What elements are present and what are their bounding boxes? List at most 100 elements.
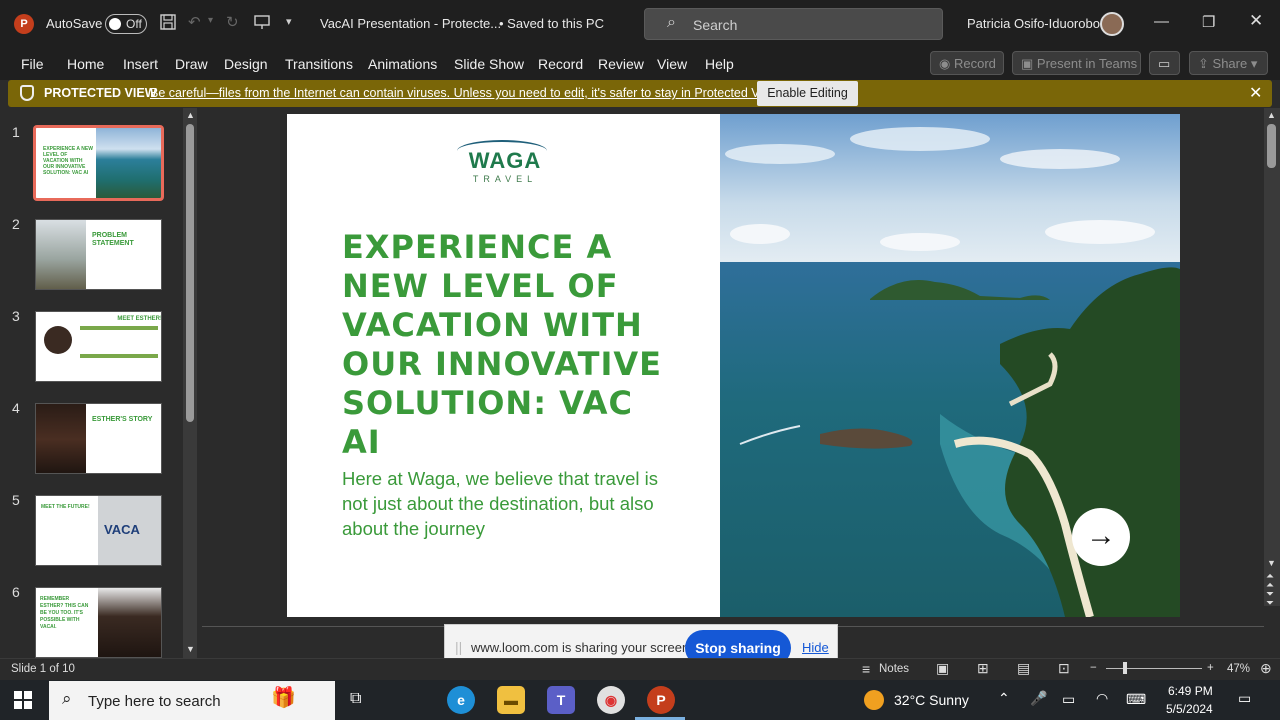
undo-icon[interactable]: ↶ [188,13,201,31]
slide-thumbnail-1[interactable]: EXPERIENCE A NEW LEVEL OF VACATION WITH … [33,125,164,201]
restore-icon[interactable]: ❐ [1202,13,1215,31]
chrome-icon[interactable]: ◉ [597,686,625,714]
toggle-knob [109,18,121,30]
wifi-icon[interactable]: ◠ [1096,690,1108,707]
undo-dropdown-icon[interactable]: ▾ [208,15,213,26]
enable-editing-button[interactable]: Enable Editing [757,81,858,106]
task-view-icon[interactable]: ⧉ [350,690,361,708]
present-icon[interactable] [254,14,270,34]
notifications-icon[interactable]: ▭ [1238,690,1251,707]
hide-link[interactable]: Hide [802,640,829,655]
thumbnail-number: 3 [12,308,20,324]
clock-date[interactable]: 5/5/2024 [1166,702,1213,716]
tab-design[interactable]: Design [224,56,268,72]
search-box[interactable]: ⌕ Search [644,8,943,40]
tab-animations[interactable]: Animations [368,56,437,72]
show-hidden-icons-icon[interactable]: ⌃ [998,690,1010,707]
tab-slide-show[interactable]: Slide Show [454,56,524,72]
zoom-in-icon[interactable]: + [1207,662,1214,674]
slide-show-view-icon[interactable]: ⊡ [1058,660,1070,677]
present-in-teams-button[interactable]: ▣ Present in Teams [1012,51,1141,75]
search-icon: ⌕ [62,689,72,708]
previous-slide-icon[interactable]: ⏶ ⏶ [1266,572,1274,591]
drag-handle-icon[interactable]: || [455,639,462,655]
normal-view-icon[interactable]: ▣ [936,660,949,677]
shield-icon [20,85,34,101]
thumbnail-title: MEET ESTHER! [117,316,162,322]
battery-icon[interactable]: ▭ [1062,691,1075,708]
windows-start-icon[interactable] [14,691,32,714]
thumbnail-title: MEET THE FUTURE! [41,504,90,510]
keyboard-icon[interactable]: ⌨ [1126,691,1146,708]
tab-transitions[interactable]: Transitions [285,56,353,72]
slide-thumbnail-2[interactable]: PROBLEM STATEMENT [35,219,162,290]
thumbnail-title: ESTHER'S STORY [92,416,153,423]
slide-scrollbar[interactable] [1264,108,1280,606]
scroll-down-icon[interactable]: ▼ [186,644,195,654]
customize-toolbar-icon[interactable]: ▾ [286,15,292,28]
tab-view[interactable]: View [657,56,687,72]
notes-button[interactable]: Notes [879,663,909,675]
tab-draw[interactable]: Draw [175,56,208,72]
next-arrow-button[interactable]: → [1072,508,1130,566]
user-avatar[interactable] [1100,12,1124,36]
tab-file[interactable]: File [21,56,44,72]
clock-time[interactable]: 6:49 PM [1168,684,1213,698]
user-name[interactable]: Patricia Osifo-Iduorobo [967,16,1100,31]
save-icon[interactable] [160,14,176,34]
microphone-icon[interactable]: 🎤 [1030,690,1047,707]
powerpoint-taskbar-icon[interactable]: P [647,686,675,714]
tab-help[interactable]: Help [705,56,734,72]
scroll-up-icon[interactable]: ▲ [186,110,195,120]
slide-sorter-icon[interactable]: ⊞ [977,660,989,677]
reading-view-icon[interactable]: ▤ [1017,660,1030,677]
redo-icon[interactable]: ↻ [226,13,239,31]
slide-thumbnail-5[interactable]: MEET THE FUTURE! VACA [35,495,162,566]
tab-insert[interactable]: Insert [123,56,158,72]
protected-view-message[interactable]: Be careful—files from the Internet can c… [150,86,781,100]
slide-thumbnail-4[interactable]: ESTHER'S STORY [35,403,162,474]
save-status: • Saved to this PC [499,16,604,31]
share-button[interactable]: ⇪ Share ▾ [1189,51,1268,75]
edge-icon[interactable]: e [447,686,475,714]
file-explorer-icon[interactable]: ▬ [497,686,525,714]
zoom-level[interactable]: 47% [1227,663,1250,675]
thumbnail-number: 4 [12,400,20,416]
slide-thumbnail-6[interactable]: REMEMBER ESTHER? THIS CAN BE YOU TOO. IT… [35,587,162,658]
autosave-toggle[interactable]: Off [105,14,147,34]
share-icon: ⇪ [1198,56,1209,71]
zoom-out-icon[interactable]: − [1090,662,1097,674]
minimize-icon[interactable]: — [1154,13,1169,30]
slide-thumbnail-3[interactable]: MEET ESTHER! [35,311,162,382]
teams-icon: ▣ [1021,56,1034,71]
thumbnail-scroll-thumb[interactable] [186,124,194,422]
close-window-icon[interactable]: ✕ [1249,11,1263,31]
slide-headline[interactable]: EXPERIENCE A NEW LEVEL OF VACATION WITH … [342,228,682,462]
title-bar: P AutoSave Off ↶ ▾ ↻ ▾ VacAI Presentatio… [0,0,1280,48]
scroll-up-icon[interactable]: ▲ [1267,110,1276,120]
zoom-slider-thumb[interactable] [1123,662,1127,674]
teams-app-icon[interactable]: T [547,686,575,714]
record-button[interactable]: ◉ Record [930,51,1004,75]
taskbar-search-box[interactable]: ⌕ Type here to search 🎁 [49,681,335,720]
scroll-down-icon[interactable]: ▼ [1267,558,1276,568]
zoom-slider[interactable] [1106,668,1202,669]
slide-scroll-thumb[interactable] [1267,124,1276,168]
close-icon[interactable]: ✕ [1249,83,1262,103]
screen-share-message: www.loom.com is sharing your screen. [471,640,693,655]
slide-subtext[interactable]: Here at Waga, we believe that travel is … [342,466,682,541]
notes-icon[interactable]: ≡ [862,661,870,677]
next-slide-icon[interactable]: ⏷ ⏷ [1266,590,1274,609]
comments-button[interactable]: ▭ [1149,51,1180,75]
island-aerial-photo[interactable]: → [720,114,1180,617]
slide-text-panel: WAGA TRAVEL EXPERIENCE A NEW LEVEL OF VA… [287,114,720,617]
sun-icon [864,690,884,710]
thumbnail-number: 2 [12,216,20,232]
tab-record[interactable]: Record [538,56,583,72]
tab-home[interactable]: Home [67,56,104,72]
tab-review[interactable]: Review [598,56,644,72]
fit-to-window-icon[interactable]: ⊕ [1260,660,1272,677]
weather-text[interactable]: 32°C Sunny [894,692,969,708]
current-slide[interactable]: WAGA TRAVEL EXPERIENCE A NEW LEVEL OF VA… [287,114,1180,617]
status-bar [0,658,1280,680]
